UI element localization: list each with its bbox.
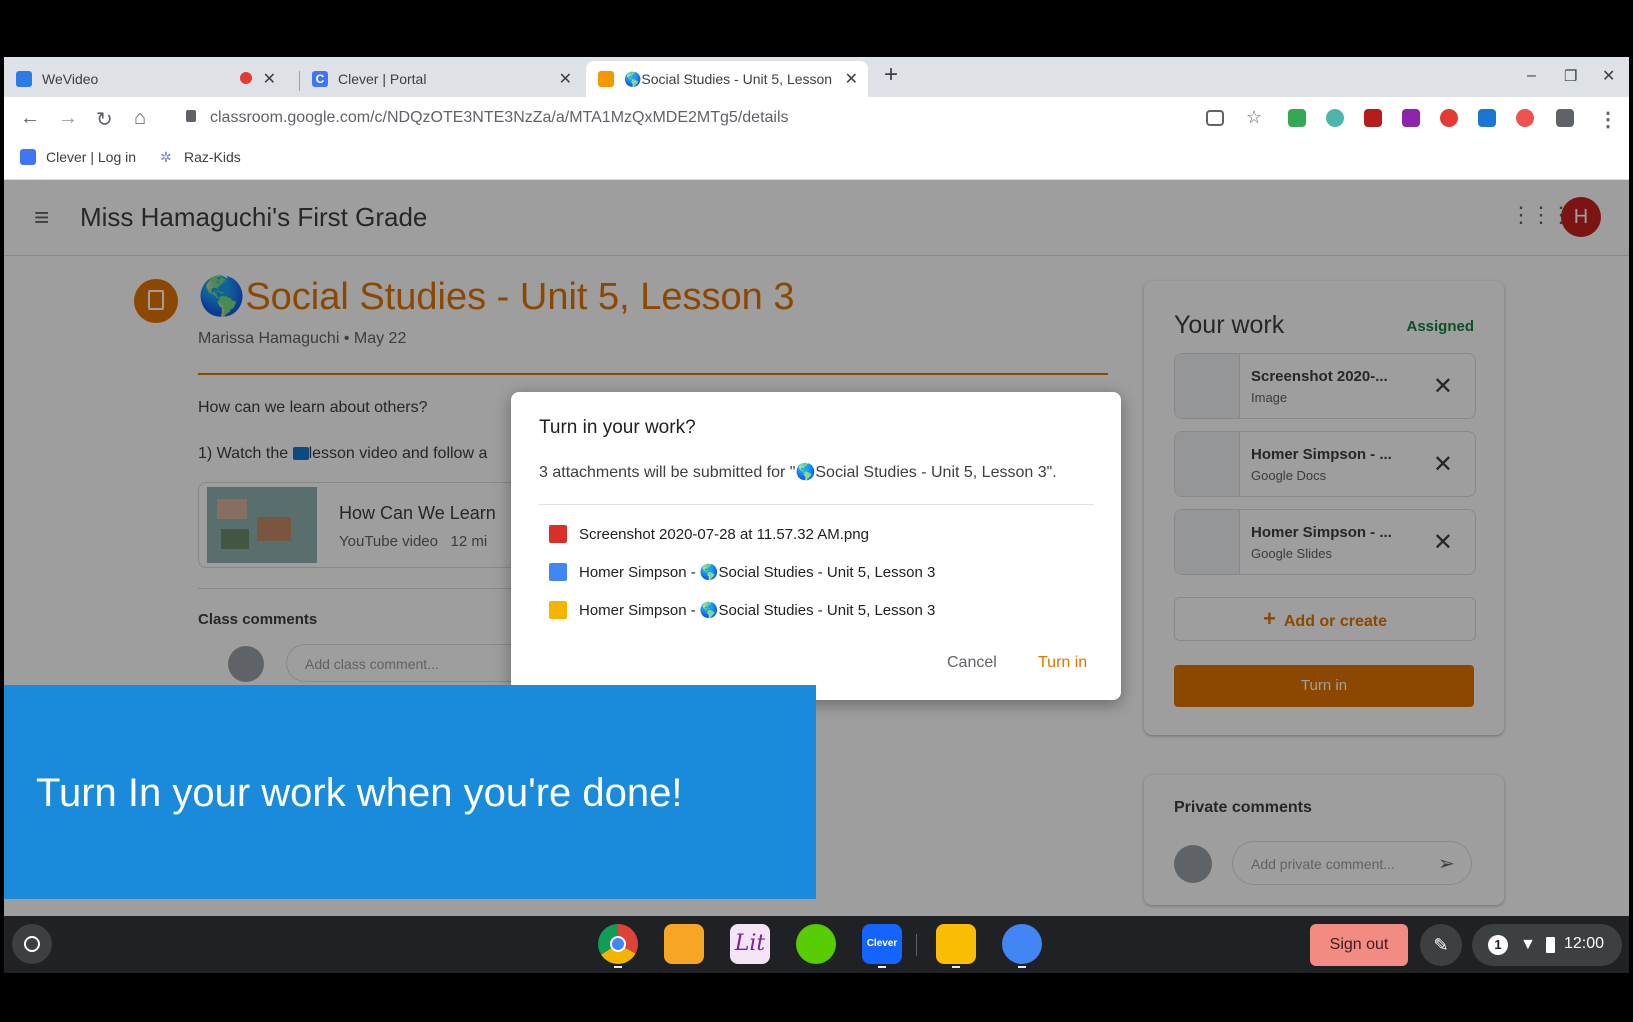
files-icon[interactable] [1002,924,1042,964]
tab-strip: WeVideo ✕ C Clever | Portal ✕ 🌎Social St… [4,57,1629,97]
restore-button[interactable]: ❐ [1564,67,1577,85]
running-indicator [1018,966,1026,968]
cast-icon[interactable] [1206,110,1224,126]
battery-icon [1546,937,1555,953]
status-tray[interactable]: 1 ▼ 12:00 [1472,924,1622,966]
forward-icon[interactable]: → [58,107,78,130]
turn-in-dialog: Turn in your work? 3 attachments will be… [511,392,1121,700]
slides-icon [549,601,567,619]
bookmarks-bar: Clever | Log in ✲ Raz-Kids [4,139,1629,180]
running-indicator [878,966,886,968]
running-indicator [952,966,960,968]
extension-icon[interactable] [1326,109,1344,127]
clock: 12:00 [1564,935,1605,952]
close-window-button[interactable]: ✕ [1602,66,1615,86]
bookmark-label: Raz-Kids [184,149,241,165]
url-text: classroom.google.com/c/NDQzOTE3NTE3NzZa/… [210,109,789,126]
tab-title: WeVideo [42,71,99,87]
file-name: Homer Simpson - 🌎Social Studies - Unit 5… [579,602,936,619]
keep-icon[interactable] [936,924,976,964]
adblock-icon[interactable] [1440,109,1458,127]
home-icon[interactable]: ⌂ [134,107,146,130]
confirm-turn-in-button[interactable]: Turn in [1038,654,1087,672]
tab-title: 🌎Social Studies - Unit 5, Lesson 3 [624,70,834,87]
wifi-icon: ▼ [1520,936,1536,953]
clever-icon[interactable]: Clever [862,924,902,964]
file-name: Homer Simpson - 🌎Social Studies - Unit 5… [579,564,936,581]
recording-icon [240,72,252,84]
dialog-message: 3 attachments will be submitted for "🌎So… [539,464,1057,481]
address-bar[interactable]: classroom.google.com/c/NDQzOTE3NTE3NzZa/… [174,101,1224,135]
tab-wevideo[interactable]: WeVideo ✕ [4,61,286,97]
close-icon[interactable]: ✕ [559,69,572,89]
sign-out-button[interactable]: Sign out [1310,924,1408,966]
extension-icon[interactable] [1478,109,1496,127]
os-shelf: Lit Clever Sign out ✎ 1 ▼ 12:00 [4,916,1629,973]
extension-icon[interactable] [1516,109,1534,127]
minimize-button[interactable]: – [1527,67,1536,85]
bookmark-razkids[interactable]: ✲ Raz-Kids [160,149,241,165]
menu-dots-icon[interactable]: ⋮ [1598,107,1618,132]
running-indicator [614,966,622,968]
file-name: Screenshot 2020-07-28 at 11.57.32 AM.png [579,525,869,543]
chrome-icon[interactable] [598,924,638,964]
banner-text: Turn In your work when you're done! [36,771,683,815]
bookmark-clever[interactable]: Clever | Log in [20,149,136,165]
docs-icon [549,563,567,581]
star-icon[interactable]: ☆ [1246,107,1262,128]
file-row: Homer Simpson - 🌎Social Studies - Unit 5… [549,560,935,584]
extension-icon[interactable] [1402,109,1420,127]
shelf-separator [916,934,917,956]
dialog-divider [539,504,1094,505]
image-icon [549,525,567,543]
new-tab-button[interactable]: + [884,61,898,89]
tab-clever-portal[interactable]: C Clever | Portal ✕ [300,61,582,97]
owl-app-icon[interactable] [664,924,704,964]
tab-title: Clever | Portal [338,71,427,87]
dialog-title: Turn in your work? [539,417,696,438]
classroom-icon [598,71,614,87]
lit-app-icon[interactable]: Lit [730,924,770,964]
browser-toolbar: ← → ↻ ⌂ classroom.google.com/c/NDQzOTE3N… [4,97,1629,139]
back-icon[interactable]: ← [20,107,40,130]
launcher-button[interactable] [12,924,52,964]
puzzle-icon[interactable] [1556,109,1574,127]
file-row: Homer Simpson - 🌎Social Studies - Unit 5… [549,598,935,622]
duolingo-icon[interactable] [796,924,836,964]
clever-icon [20,149,36,165]
notification-count: 1 [1488,935,1508,955]
razkids-icon: ✲ [160,149,172,165]
clever-icon: C [312,71,328,87]
reload-icon[interactable]: ↻ [96,107,113,132]
close-icon[interactable]: ✕ [263,69,276,89]
stylus-button[interactable]: ✎ [1420,924,1462,966]
wevideo-icon [16,71,32,87]
instruction-banner: Turn In your work when you're done! [4,685,816,899]
tab-social-studies[interactable]: 🌎Social Studies - Unit 5, Lesson 3 ✕ [586,61,868,97]
bookmark-label: Clever | Log in [46,149,137,165]
lock-icon [186,110,196,122]
classroom-ext-icon[interactable] [1288,109,1306,127]
extension-icon[interactable] [1364,109,1382,127]
cancel-button[interactable]: Cancel [947,654,997,672]
close-icon[interactable]: ✕ [845,69,858,89]
file-row: Screenshot 2020-07-28 at 11.57.32 AM.png [549,522,869,546]
